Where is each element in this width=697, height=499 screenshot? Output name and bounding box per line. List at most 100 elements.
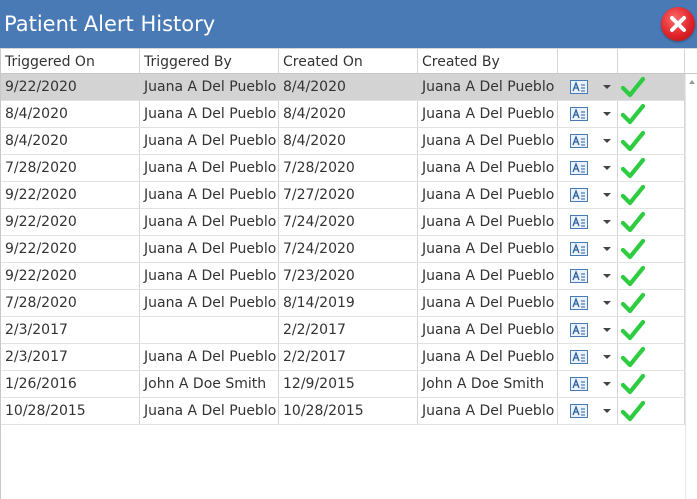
cell-triggered-by: Juana A Del Pueblo (140, 182, 279, 208)
table-row[interactable]: 7/28/2020 Juana A Del Pueblo 8/14/2019 Juan… (1, 290, 685, 317)
text-document-icon[interactable] (570, 80, 588, 94)
attachment-dropdown[interactable] (558, 101, 618, 127)
table-row[interactable]: 8/4/2020 Juana A Del Pueblo 8/4/2020 Juana … (1, 101, 685, 128)
chevron-down-icon[interactable] (603, 355, 611, 359)
column-header-attachment[interactable] (558, 49, 618, 73)
text-document-icon[interactable] (570, 188, 588, 202)
attachment-dropdown[interactable] (558, 155, 618, 181)
grid-header: Triggered On Triggered By Created On Cre… (1, 48, 685, 74)
attachment-dropdown[interactable] (558, 398, 618, 424)
text-document-icon[interactable] (570, 350, 588, 364)
cell-triggered-by: Juana A Del Pueblo (140, 101, 279, 127)
table-row[interactable]: 9/22/2020 Juana A Del Pueblo 7/23/2020 Juan… (1, 263, 685, 290)
chevron-down-icon[interactable] (603, 112, 611, 116)
close-button[interactable] (661, 7, 695, 41)
scroll-up-icon[interactable] (689, 80, 695, 84)
text-document-icon[interactable] (570, 269, 588, 283)
green-check-icon (621, 211, 645, 233)
text-document-icon[interactable] (570, 134, 588, 148)
table-row[interactable]: 8/4/2020 Juana A Del Pueblo 8/4/2020 Juana … (1, 128, 685, 155)
table-row[interactable]: 9/22/2020 Juana A Del Pueblo 8/4/2020 Juana… (1, 74, 685, 101)
table-row[interactable]: 2/3/2017 Juana A Del Pueblo 2/2/2017 Juana … (1, 344, 685, 371)
attachment-dropdown[interactable] (558, 128, 618, 154)
cell-created-on: 7/24/2020 (279, 236, 418, 262)
chevron-down-icon[interactable] (603, 274, 611, 278)
cell-triggered-on: 7/28/2020 (1, 155, 140, 181)
green-check-icon (621, 130, 645, 152)
cell-created-by: Juana A Del Pueblo (418, 128, 558, 154)
chevron-down-icon[interactable] (603, 301, 611, 305)
chevron-down-icon[interactable] (603, 220, 611, 224)
attachment-dropdown[interactable] (558, 290, 618, 316)
attachment-dropdown[interactable] (558, 74, 618, 100)
cell-triggered-on: 7/28/2020 (1, 290, 140, 316)
green-check-icon (621, 373, 645, 395)
chevron-down-icon[interactable] (603, 193, 611, 197)
table-row[interactable]: 2/3/2017 2/2/2017 Juana A Del Pueblo (1, 317, 685, 344)
cell-created-on: 7/24/2020 (279, 209, 418, 235)
cell-triggered-on: 8/4/2020 (1, 128, 140, 154)
status-cell (618, 371, 685, 397)
column-header-created-on[interactable]: Created On (279, 49, 418, 73)
attachment-dropdown[interactable] (558, 371, 618, 397)
text-document-icon[interactable] (570, 296, 588, 310)
attachment-dropdown[interactable] (558, 209, 618, 235)
cell-created-by: Juana A Del Pueblo (418, 398, 558, 424)
chevron-down-icon[interactable] (603, 328, 611, 332)
attachment-dropdown[interactable] (558, 236, 618, 262)
cell-triggered-by: Juana A Del Pueblo (140, 398, 279, 424)
chevron-down-icon[interactable] (603, 409, 611, 413)
green-check-icon (621, 184, 645, 206)
cell-triggered-by: Juana A Del Pueblo (140, 344, 279, 370)
vertical-scrollbar[interactable] (685, 74, 697, 499)
column-header-triggered-on[interactable]: Triggered On (1, 49, 140, 73)
cell-triggered-on: 9/22/2020 (1, 263, 140, 289)
cell-triggered-on: 9/22/2020 (1, 74, 140, 100)
table-row[interactable]: 9/22/2020 Juana A Del Pueblo 7/24/2020 Juan… (1, 209, 685, 236)
cell-created-on: 8/4/2020 (279, 128, 418, 154)
attachment-dropdown[interactable] (558, 182, 618, 208)
cell-created-by: Juana A Del Pueblo (418, 74, 558, 100)
cell-created-on: 2/2/2017 (279, 344, 418, 370)
green-check-icon (621, 400, 645, 422)
cell-triggered-by: John A Doe Smith (140, 371, 279, 397)
chevron-down-icon[interactable] (603, 139, 611, 143)
cell-created-on: 7/23/2020 (279, 263, 418, 289)
text-document-icon[interactable] (570, 161, 588, 175)
green-check-icon (621, 103, 645, 125)
chevron-down-icon[interactable] (603, 166, 611, 170)
chevron-down-icon[interactable] (603, 85, 611, 89)
column-header-created-by[interactable]: Created By (418, 49, 558, 73)
text-document-icon[interactable] (570, 242, 588, 256)
title-bar: Patient Alert History (0, 0, 697, 48)
cell-created-on: 10/28/2015 (279, 398, 418, 424)
table-row[interactable]: 1/26/2016 John A Doe Smith 12/9/2015 John A… (1, 371, 685, 398)
green-check-icon (621, 319, 645, 341)
table-row[interactable]: 9/22/2020 Juana A Del Pueblo 7/27/2020 Juan… (1, 182, 685, 209)
chevron-down-icon[interactable] (603, 247, 611, 251)
cell-created-on: 8/4/2020 (279, 101, 418, 127)
column-header-status[interactable] (618, 49, 685, 73)
text-document-icon[interactable] (570, 323, 588, 337)
text-document-icon[interactable] (570, 107, 588, 121)
cell-created-by: Juana A Del Pueblo (418, 101, 558, 127)
chevron-down-icon[interactable] (603, 382, 611, 386)
table-row[interactable]: 10/28/2015 Juana A Del Pueblo 10/28/2015 Ju… (1, 398, 685, 425)
text-document-icon[interactable] (570, 215, 588, 229)
cell-triggered-on: 9/22/2020 (1, 182, 140, 208)
status-cell (618, 317, 685, 343)
table-row[interactable]: 9/22/2020 Juana A Del Pueblo 7/24/2020 Juan… (1, 236, 685, 263)
status-cell (618, 263, 685, 289)
text-document-icon[interactable] (570, 377, 588, 391)
cell-created-on: 7/27/2020 (279, 182, 418, 208)
table-row[interactable]: 7/28/2020 Juana A Del Pueblo 7/28/2020 Juan… (1, 155, 685, 182)
attachment-dropdown[interactable] (558, 263, 618, 289)
attachment-dropdown[interactable] (558, 344, 618, 370)
cell-triggered-by (140, 317, 279, 343)
attachment-dropdown[interactable] (558, 317, 618, 343)
text-document-icon[interactable] (570, 404, 588, 418)
column-header-triggered-by[interactable]: Triggered By (140, 49, 279, 73)
green-check-icon (621, 157, 645, 179)
cell-triggered-on: 10/28/2015 (1, 398, 140, 424)
green-check-icon (621, 265, 645, 287)
